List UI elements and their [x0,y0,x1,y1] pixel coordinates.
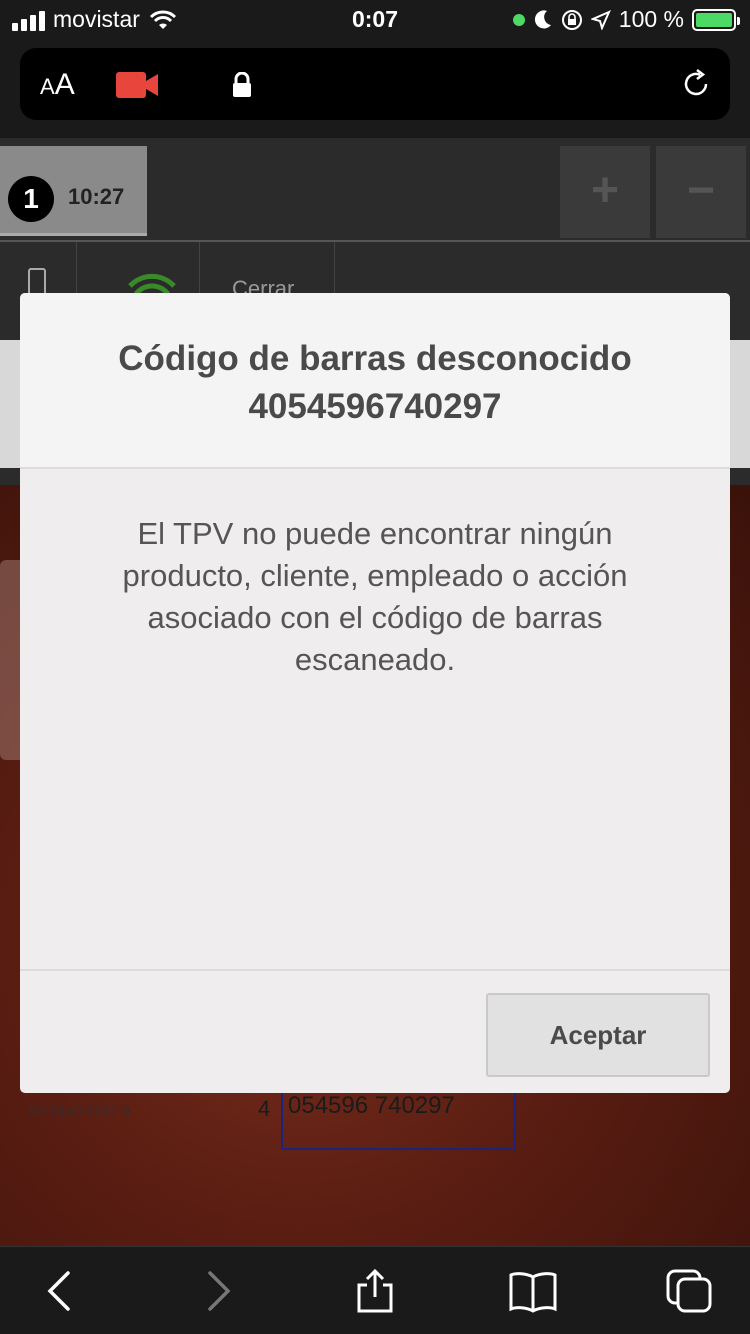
dialog-header: Código de barras desconocido 40545967402… [20,293,730,469]
remove-order-button[interactable]: − [656,146,746,238]
dialog-barcode: 4054596740297 [248,387,502,426]
rotation-lock-icon [561,9,582,30]
accept-button[interactable]: Aceptar [486,993,710,1077]
dialog-footer: Aceptar [20,971,730,1093]
browser-toolbar [0,1246,750,1334]
add-order-button[interactable]: + [560,146,650,238]
order-number-badge: 1 [8,176,54,222]
status-bar: movistar 0:07 100 % [0,0,750,40]
reload-icon[interactable] [680,68,712,100]
barcode-prefix: 4 [258,1096,271,1121]
moon-icon [534,9,551,28]
order-time: 10:27 [68,184,125,209]
tabs-icon[interactable] [666,1269,714,1313]
address-bar[interactable]: AA [20,48,730,120]
mic-indicator-icon [512,13,525,26]
location-icon [590,9,611,30]
dialog-title: Código de barras desconocido [118,339,632,378]
product-code-text: DY-8140-0567-9 [28,1102,131,1118]
forward-icon[interactable] [198,1269,238,1313]
back-icon[interactable] [40,1269,80,1313]
browser-header: AA [0,40,750,138]
battery-percent: 100 % [618,6,684,32]
share-icon[interactable] [355,1269,395,1313]
bookmarks-icon[interactable] [508,1269,558,1313]
unknown-barcode-dialog: Código de barras desconocido 40545967402… [20,293,730,1093]
text-size-button[interactable]: AA [40,68,75,102]
video-camera-icon[interactable] [116,72,160,98]
dialog-message: El TPV no puede encontrar ningún product… [20,469,730,971]
order-tab[interactable]: 1 10:27 [0,146,147,236]
battery-icon [692,8,740,31]
status-right: 100 % [512,6,740,33]
lock-icon [233,72,251,97]
